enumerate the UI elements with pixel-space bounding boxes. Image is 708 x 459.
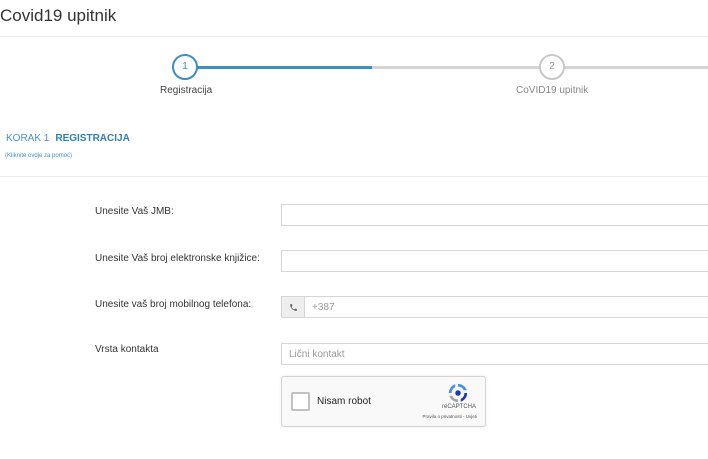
step-prefix: KORAK 1	[6, 133, 50, 144]
recaptcha-brand: reCAPTCHA	[441, 404, 476, 410]
phone-icon	[289, 303, 297, 311]
health-card-input[interactable]	[281, 250, 708, 272]
recaptcha-widget: Nisam robot reCAPTCHA Pravila o privatno…	[281, 376, 486, 427]
health-card-label: Unesite Vaš broj elektronske knjižice:	[95, 253, 260, 264]
contact-type-label: Vrsta kontakta	[95, 344, 159, 355]
stepper-line-complete	[196, 66, 372, 69]
page-title: Covid19 upitnik	[0, 6, 117, 25]
step-1-circle[interactable]: 1	[172, 54, 198, 80]
phone-input[interactable]	[304, 296, 708, 318]
section-divider	[0, 176, 708, 177]
step-2-label: CoVID19 upitnik	[516, 85, 589, 96]
stepper-line-pending	[372, 66, 540, 69]
contact-type-input[interactable]	[281, 343, 708, 365]
phone-label: Unesite vaš broj mobilnog telefona:	[95, 299, 252, 310]
jmb-input[interactable]	[281, 204, 708, 226]
section-heading: KORAK 1 REGISTRACIJA	[6, 133, 130, 144]
recaptcha-logo-icon	[448, 383, 468, 403]
phone-addon	[281, 296, 305, 318]
step-1-label: Registracija	[160, 85, 213, 96]
help-link[interactable]: (Kliknite ovdje za pomoć)	[5, 153, 72, 159]
step-name: REGISTRACIJA	[55, 133, 130, 144]
stepper-line-pending-right	[562, 66, 708, 69]
recaptcha-checkbox[interactable]	[291, 392, 310, 411]
recaptcha-links[interactable]: Pravila o privatnosti - Uvjeti	[422, 414, 477, 419]
recaptcha-label: Nisam robot	[317, 396, 371, 407]
step-2-circle[interactable]: 2	[539, 54, 565, 80]
jmb-label: Unesite Vaš JMB:	[95, 206, 174, 217]
divider	[0, 36, 708, 37]
